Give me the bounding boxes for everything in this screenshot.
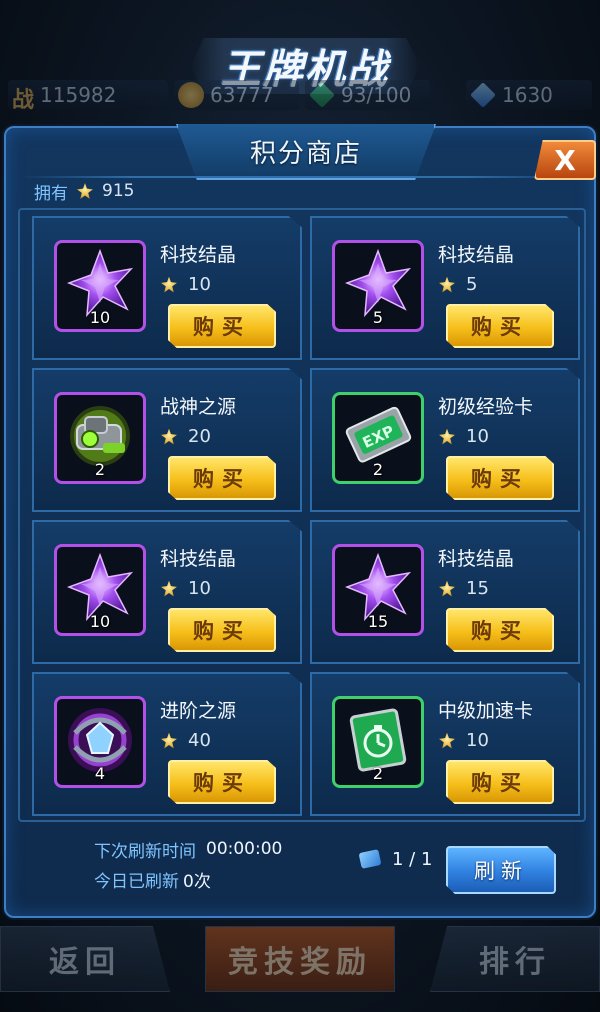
buy-button[interactable]: 购买 xyxy=(168,456,276,500)
item-quantity: 10 xyxy=(89,308,111,327)
item-price-value: 10 xyxy=(188,274,211,295)
buy-button[interactable]: 购买 xyxy=(168,760,276,804)
diamond-icon xyxy=(470,82,496,108)
item-price: 5 xyxy=(436,274,477,295)
item-quantity: 15 xyxy=(367,612,389,631)
item-price-value: 10 xyxy=(466,730,489,751)
refresh-info: 下次刷新时间 00:00:00 今日已刷新 0次 xyxy=(94,834,282,894)
battle-icon: 战 xyxy=(12,88,35,113)
battle-power-counter: 战 115982 xyxy=(8,80,168,113)
next-refresh-label: 下次刷新时间 xyxy=(94,841,196,862)
item-price: 10 xyxy=(436,730,489,751)
shop-item-card: EXP 2 初级经验卡 10 购买 xyxy=(310,368,580,512)
item-price-value: 15 xyxy=(466,578,489,599)
points-crest-icon xyxy=(74,182,96,200)
shop-item-card: 4 进阶之源 40 购买 xyxy=(32,672,302,816)
item-icon-frame[interactable]: 15 xyxy=(332,544,424,636)
buy-button[interactable]: 购买 xyxy=(168,608,276,652)
item-name: 科技结晶 xyxy=(438,548,515,570)
refresh-ticket-icon xyxy=(358,848,382,870)
points-crest-icon xyxy=(436,732,458,750)
item-price-value: 40 xyxy=(188,730,211,751)
item-quantity: 2 xyxy=(372,764,384,783)
buy-button[interactable]: 购买 xyxy=(446,304,554,348)
dialog-title: 积分商店 xyxy=(249,138,362,169)
item-name: 科技结晶 xyxy=(160,548,237,570)
page-indicator: 1 / 1 xyxy=(358,848,432,870)
item-price: 10 xyxy=(436,426,489,447)
item-icon-frame[interactable]: 2 xyxy=(332,696,424,788)
points-crest-icon xyxy=(436,428,458,446)
shop-item-card: 5 科技结晶 5 购买 xyxy=(310,216,580,360)
gold-coin-icon xyxy=(178,82,204,108)
ranking-button[interactable]: 排行 xyxy=(430,926,600,992)
shop-item-card: 15 科技结晶 15 购买 xyxy=(310,520,580,664)
item-quantity: 2 xyxy=(372,460,384,479)
item-quantity: 5 xyxy=(372,308,384,327)
item-name: 科技结晶 xyxy=(438,244,515,266)
stamina-counter: 93/100 xyxy=(305,80,430,110)
item-price: 15 xyxy=(436,578,489,599)
item-name: 科技结晶 xyxy=(160,244,237,266)
diamond-counter: 1630 xyxy=(466,80,592,110)
gold-value: 63777 xyxy=(210,83,274,107)
buy-button[interactable]: 购买 xyxy=(168,304,276,348)
points-crest-icon xyxy=(158,732,180,750)
resource-bar: 战 115982 63777 93/100 1630 xyxy=(0,76,600,114)
shop-item-card: 10 科技结晶 10 购买 xyxy=(32,520,302,664)
item-price: 10 xyxy=(158,274,211,295)
item-icon-frame[interactable]: 10 xyxy=(54,544,146,636)
owned-label: 拥有 xyxy=(34,183,68,204)
bottom-nav: 返回 竞技奖励 排行 xyxy=(0,918,600,1012)
points-crest-icon xyxy=(158,276,180,294)
today-refreshed-count: 0次 xyxy=(183,871,211,892)
item-price-value: 10 xyxy=(466,426,489,447)
item-icon-frame[interactable]: 2 xyxy=(54,392,146,484)
back-button[interactable]: 返回 xyxy=(0,926,170,992)
item-price-value: 20 xyxy=(188,426,211,447)
next-refresh-time: 00:00:00 xyxy=(206,839,283,859)
shop-item-card: 10 科技结晶 10 购买 xyxy=(32,216,302,360)
battle-power-value: 115982 xyxy=(40,83,117,107)
item-icon-frame[interactable]: 5 xyxy=(332,240,424,332)
buy-button[interactable]: 购买 xyxy=(446,456,554,500)
item-price: 20 xyxy=(158,426,211,447)
points-crest-icon xyxy=(436,580,458,598)
owned-points: 拥有 915 xyxy=(34,178,134,204)
stamina-value: 93/100 xyxy=(341,83,412,107)
item-name: 进阶之源 xyxy=(160,700,237,722)
stamina-icon xyxy=(309,82,335,108)
item-icon-frame[interactable]: 10 xyxy=(54,240,146,332)
item-price: 10 xyxy=(158,578,211,599)
owned-value: 915 xyxy=(102,181,135,201)
buy-button[interactable]: 购买 xyxy=(446,608,554,652)
page-number: 1 / 1 xyxy=(392,848,433,870)
item-price-value: 10 xyxy=(188,578,211,599)
points-shop-dialog: 积分商店 X 拥有 915 10 科技结晶 10 购买 5 科技结晶 5 购买 2 战神之源 20 购… xyxy=(4,124,596,918)
item-icon-frame[interactable]: 4 xyxy=(54,696,146,788)
refresh-button[interactable]: 刷新 xyxy=(446,846,556,894)
today-refreshed-label: 今日已刷新 xyxy=(94,871,179,892)
item-price: 40 xyxy=(158,730,211,751)
shop-item-card: 2 中级加速卡 10 购买 xyxy=(310,672,580,816)
dialog-header: 积分商店 xyxy=(176,124,436,180)
points-crest-icon xyxy=(436,276,458,294)
buy-button[interactable]: 购买 xyxy=(446,760,554,804)
arena-reward-button[interactable]: 竞技奖励 xyxy=(205,926,395,992)
item-quantity: 10 xyxy=(89,612,111,631)
item-quantity: 2 xyxy=(94,460,106,479)
item-quantity: 4 xyxy=(94,764,106,783)
diamond-value: 1630 xyxy=(502,83,553,107)
item-name: 战神之源 xyxy=(160,396,237,418)
item-name: 初级经验卡 xyxy=(438,396,534,418)
gold-counter: 63777 xyxy=(174,80,299,110)
close-button[interactable]: X xyxy=(534,140,596,180)
points-crest-icon xyxy=(158,580,180,598)
item-icon-frame[interactable]: EXP 2 xyxy=(332,392,424,484)
item-price-value: 5 xyxy=(466,274,478,295)
shop-item-card: 2 战神之源 20 购买 xyxy=(32,368,302,512)
points-crest-icon xyxy=(158,428,180,446)
item-name: 中级加速卡 xyxy=(438,700,534,722)
